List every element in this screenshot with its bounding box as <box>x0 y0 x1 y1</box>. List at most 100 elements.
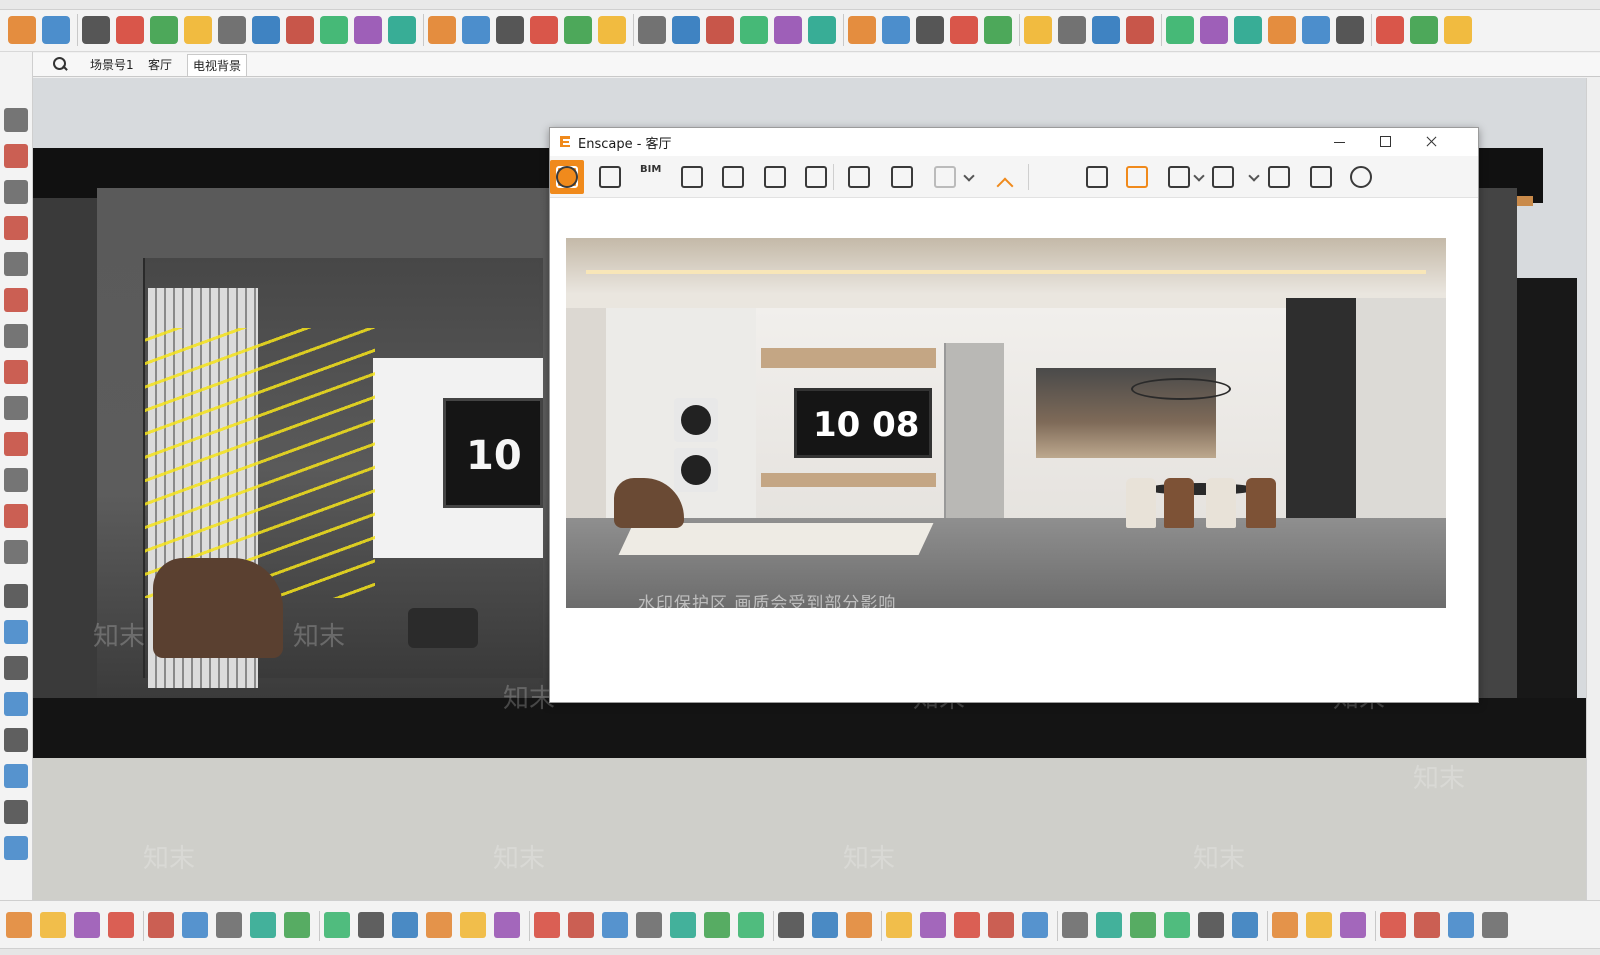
collapse-up-icon[interactable] <box>996 177 1014 195</box>
sync-icon[interactable] <box>496 16 524 44</box>
freehand-icon[interactable] <box>4 216 28 240</box>
close-button[interactable] <box>1408 128 1454 156</box>
window-tool-icon[interactable] <box>108 912 134 938</box>
cloud-icon[interactable] <box>1200 16 1228 44</box>
export-icon[interactable] <box>882 16 910 44</box>
axes-icon[interactable] <box>4 584 28 608</box>
calendar-icon[interactable] <box>1306 912 1332 938</box>
help-icon[interactable] <box>550 160 584 194</box>
panel-icon[interactable] <box>250 912 276 938</box>
h-measure-icon[interactable] <box>988 912 1014 938</box>
arrows-icon[interactable] <box>670 912 696 938</box>
rectangle-icon[interactable] <box>4 252 28 276</box>
circle-icon[interactable] <box>4 288 28 312</box>
dimension-h-icon[interactable] <box>1096 912 1122 938</box>
checker-icon[interactable] <box>638 16 666 44</box>
curve-tool-icon[interactable] <box>1024 16 1052 44</box>
section-icon[interactable] <box>4 800 28 824</box>
chrome-icon[interactable] <box>1444 16 1472 44</box>
search-doc-icon[interactable] <box>886 912 912 938</box>
green-box-icon[interactable] <box>1414 912 1440 938</box>
hand-curve-icon[interactable] <box>812 912 838 938</box>
select-arrow-icon[interactable] <box>42 16 70 44</box>
buildings-icon[interactable] <box>758 160 792 194</box>
network-red-icon[interactable] <box>1272 912 1298 938</box>
red-cursor-icon[interactable] <box>738 912 764 938</box>
protractor-icon[interactable] <box>286 16 314 44</box>
blue-box-icon[interactable] <box>182 912 208 938</box>
scene-search-icon[interactable] <box>51 56 69 74</box>
door-tool-icon[interactable] <box>40 912 66 938</box>
follow-me-icon[interactable] <box>4 432 28 456</box>
info-icon[interactable] <box>774 16 802 44</box>
scene-tab-tv-background[interactable]: 电视背景 <box>187 54 248 76</box>
paint-bucket-icon[interactable] <box>116 16 144 44</box>
clapper-icon[interactable] <box>799 160 833 194</box>
enscape-render-view[interactable]: 10 08 水印保护区 画质会受到部分影响 <box>566 238 1446 608</box>
stairs-icon[interactable] <box>598 16 626 44</box>
white-cubes-icon[interactable] <box>1198 912 1224 938</box>
minimize-button[interactable] <box>1316 128 1362 156</box>
dropdown-caret-icon[interactable] <box>1248 170 1260 182</box>
pan-hand-icon[interactable] <box>4 620 28 644</box>
circle-green-icon[interactable] <box>460 912 486 938</box>
gear-settings-icon[interactable] <box>1344 160 1378 194</box>
enscape-titlebar[interactable]: Enscape - 客厅 <box>550 128 1478 156</box>
asset-library-icon[interactable] <box>1120 160 1154 194</box>
section-plane-icon[interactable] <box>8 16 36 44</box>
green-book-icon[interactable] <box>1340 912 1366 938</box>
chart-a-icon[interactable] <box>920 912 946 938</box>
green-cube-icon[interactable] <box>392 912 418 938</box>
pie-icon[interactable] <box>4 360 28 384</box>
pencil-icon[interactable] <box>4 180 28 204</box>
move-icon[interactable] <box>388 16 416 44</box>
binoculars-icon[interactable] <box>675 160 709 194</box>
edit-icon[interactable] <box>846 912 872 938</box>
bim-icon[interactable]: BIM <box>634 160 668 194</box>
rotate-icon[interactable] <box>4 468 28 492</box>
user-icon[interactable] <box>808 16 836 44</box>
dimension-icon[interactable] <box>4 504 28 528</box>
green-bars-icon[interactable] <box>602 912 628 938</box>
mail-icon[interactable] <box>740 16 768 44</box>
settings-gears-icon[interactable] <box>706 16 734 44</box>
eraser-icon[interactable] <box>82 16 110 44</box>
screenshot-batch-icon[interactable] <box>842 160 876 194</box>
import-icon[interactable] <box>848 16 876 44</box>
pin-arrow-icon[interactable] <box>984 16 1012 44</box>
move-four-icon[interactable] <box>324 912 350 938</box>
section-toggle-icon[interactable] <box>1162 160 1196 194</box>
cloud-list-icon[interactable] <box>1234 16 1262 44</box>
select-icon[interactable] <box>4 108 28 132</box>
enscape-window[interactable]: Enscape - 客厅 BIM 10 08 水印保护区 画质会受到部分影响 <box>549 127 1479 703</box>
vertical-scrollbar[interactable] <box>1586 78 1600 900</box>
download-circle-icon[interactable] <box>1376 16 1404 44</box>
shape-icon[interactable] <box>1268 16 1296 44</box>
white-box-icon[interactable] <box>1164 912 1190 938</box>
frame-icon[interactable] <box>284 912 310 938</box>
orange-book-icon[interactable] <box>1380 912 1406 938</box>
number-321-a-icon[interactable] <box>1022 912 1048 938</box>
follow-me-icon[interactable] <box>184 16 212 44</box>
walk-icon[interactable] <box>4 764 28 788</box>
green-gear-icon[interactable] <box>1482 912 1508 938</box>
offset-icon[interactable] <box>218 16 246 44</box>
tape-measure-icon[interactable] <box>252 16 280 44</box>
stack-icon[interactable] <box>216 912 242 938</box>
export-tag-icon[interactable] <box>534 912 560 938</box>
axis-xyz-icon[interactable] <box>148 912 174 938</box>
panorama-360-icon[interactable] <box>928 160 962 194</box>
batch-render-icon[interactable] <box>885 160 919 194</box>
eraser-icon[interactable] <box>4 144 28 168</box>
map-icon[interactable] <box>1080 160 1114 194</box>
enscape-logo-icon[interactable] <box>428 16 456 44</box>
scene-tab-1[interactable]: 场景号1 <box>85 54 139 76</box>
material-icon[interactable] <box>1206 160 1240 194</box>
network-icon[interactable] <box>1302 16 1330 44</box>
plus-circle-icon[interactable] <box>530 16 558 44</box>
rotate-icon[interactable] <box>320 16 348 44</box>
arc-icon[interactable] <box>4 324 28 348</box>
refresh-icon[interactable] <box>462 16 490 44</box>
brush-icon[interactable] <box>1448 912 1474 938</box>
fire-icon[interactable] <box>916 16 944 44</box>
